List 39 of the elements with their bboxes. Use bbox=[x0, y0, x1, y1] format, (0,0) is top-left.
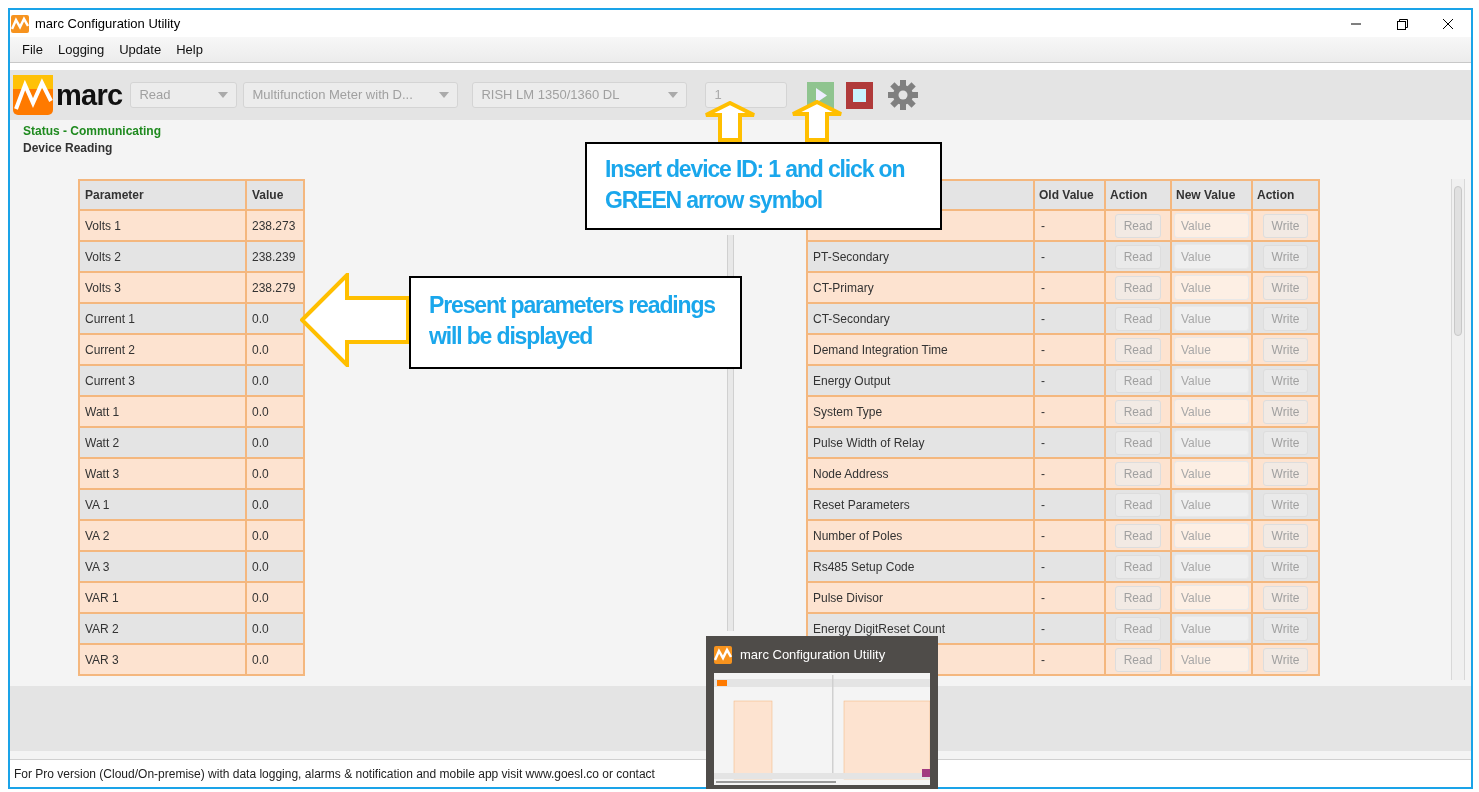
table-cell: VAR 3 bbox=[79, 644, 246, 675]
table-cell: Node Address bbox=[813, 466, 889, 481]
table-cell: PT-Secondary bbox=[813, 249, 890, 264]
table-cell: CT-Secondary bbox=[813, 311, 890, 326]
table-cell: Pulse Divisor bbox=[813, 590, 884, 605]
left-arrow-icon bbox=[300, 273, 410, 367]
caret-icon bbox=[218, 92, 229, 98]
callout-tooltip: Present parameters readings will be displayed bbox=[409, 276, 742, 369]
status-text: Status - Communicating bbox=[23, 123, 162, 140]
table-cell: Rs485 Setup Code bbox=[813, 559, 915, 574]
table-cell: Energy DigitReset Count bbox=[813, 621, 946, 636]
menu-item[interactable]: File bbox=[16, 39, 49, 60]
table-cell: Energy Output bbox=[813, 373, 891, 388]
footer-text: For Pro version (Cloud/On-premise) with data logging, alarms & notification and mobile app visit www.goesl.co or contact bbox=[14, 765, 655, 783]
table-cell: Demand Integration Time bbox=[813, 342, 948, 357]
device-id-field[interactable]: 1 bbox=[705, 82, 788, 108]
marc-logo-icon bbox=[13, 75, 53, 115]
section-title: Device Reading bbox=[23, 140, 114, 156]
table-cell: System Type bbox=[813, 404, 883, 419]
window-title: marc Configuration Utility bbox=[35, 14, 181, 33]
menu-item[interactable]: Update bbox=[113, 39, 168, 60]
stop-button[interactable] bbox=[846, 81, 874, 109]
menu-item[interactable]: Help bbox=[170, 39, 209, 60]
settings-icon[interactable] bbox=[887, 79, 920, 111]
scrollbar[interactable] bbox=[1451, 179, 1465, 681]
column-header[interactable]: Parameter bbox=[79, 180, 246, 210]
menu-item[interactable]: Logging bbox=[51, 39, 111, 60]
callout-tooltip: Insert device ID: 1 and click on GREEN arrow symbol bbox=[585, 142, 942, 230]
caret-icon bbox=[439, 92, 450, 98]
table-cell: 0.0 bbox=[246, 644, 304, 675]
table-cell: CT-Primary bbox=[813, 280, 874, 295]
table-cell: Number of Poles bbox=[813, 528, 903, 543]
logo-text: marc bbox=[56, 80, 123, 110]
app-logo-icon bbox=[714, 645, 732, 664]
preview-title: marc Configuration Utility bbox=[740, 646, 886, 664]
table-cell: Pulse Width of Relay bbox=[813, 435, 925, 450]
table-cell: Reset Parameters bbox=[813, 497, 910, 512]
table-cell: - bbox=[1034, 644, 1105, 675]
caret-icon bbox=[668, 92, 679, 98]
